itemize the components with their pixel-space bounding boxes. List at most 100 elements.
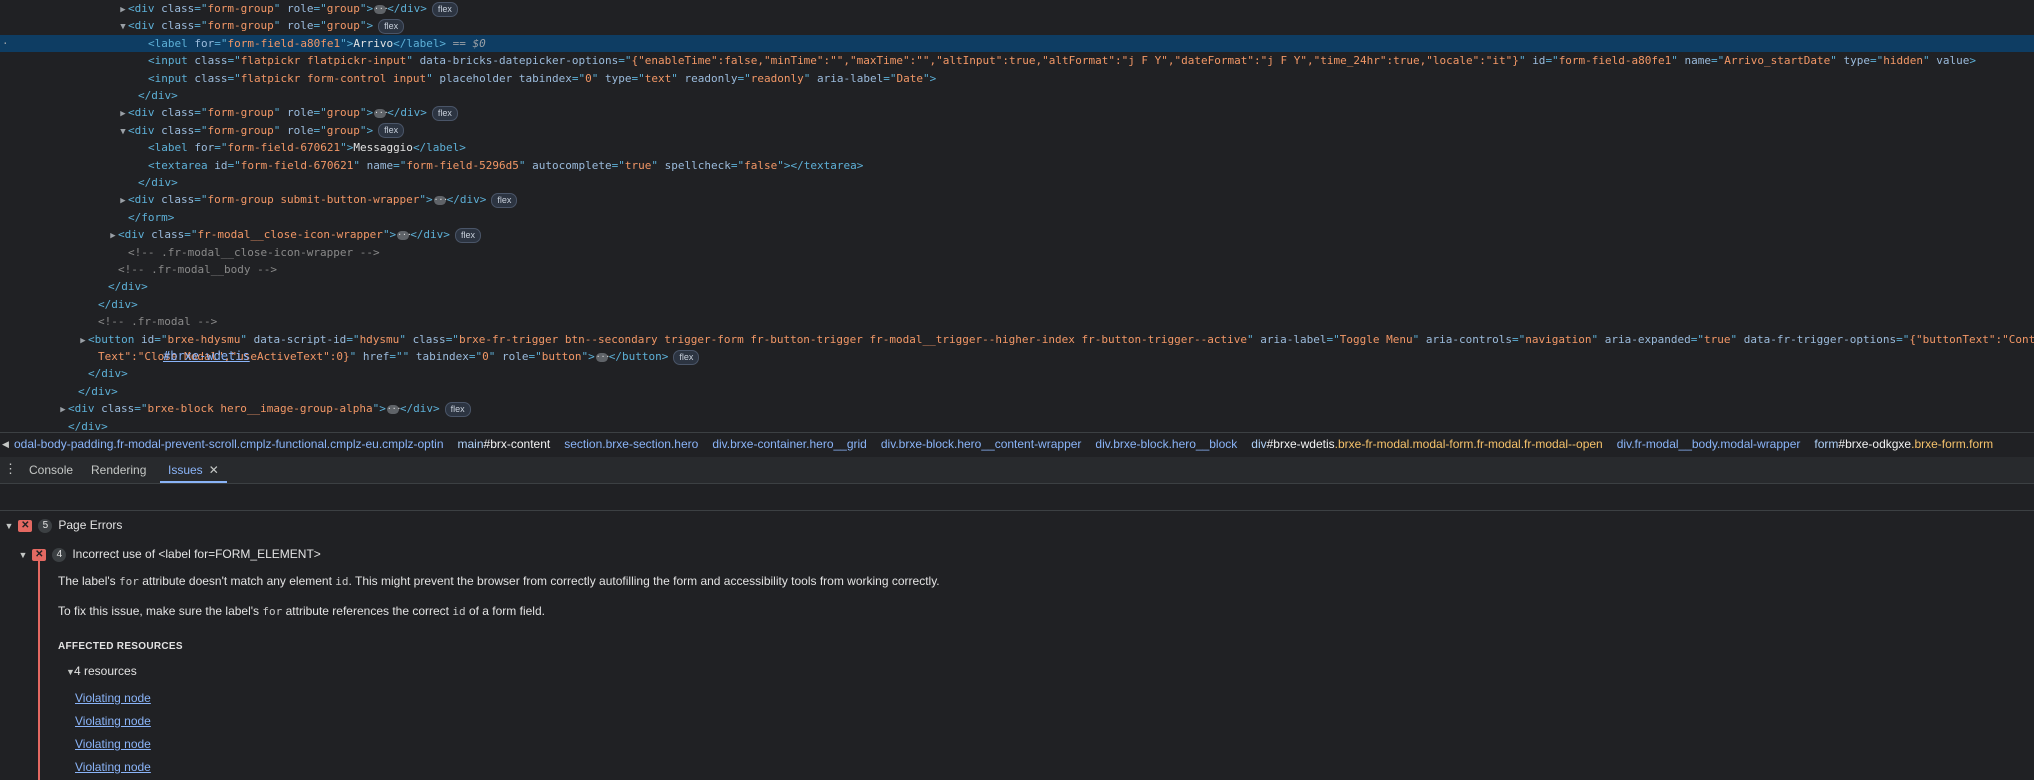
flex-badge[interactable]: flex	[431, 105, 458, 121]
dom-node[interactable]: </div>	[0, 365, 2034, 382]
attr-name: readonly	[684, 71, 738, 85]
dom-node-selected[interactable]: · <label for="form-field-a80fe1">Arrivo</…	[0, 34, 2034, 52]
dom-node[interactable]: ▶ <div class="fr-modal__close-icon-wrappe…	[0, 226, 2034, 243]
violating-node-link[interactable]: Violating node	[75, 714, 151, 728]
resources-toggle[interactable]: ▼4 resources	[66, 661, 137, 681]
breadcrumb-tag: div	[1616, 437, 1632, 451]
tag-text: ="	[618, 54, 632, 68]
dom-node[interactable]: </div>	[0, 278, 2034, 295]
violating-node-link[interactable]: Violating node	[75, 737, 151, 751]
attr-value: hidden	[1883, 54, 1923, 68]
dom-node[interactable]: </div>	[0, 87, 2034, 104]
dom-node[interactable]: ▼ <div class="form-group" role="group"> fl…	[0, 122, 2034, 139]
breadcrumb-item[interactable]: section.brxe-section.hero	[564, 437, 698, 451]
menu-dots-icon[interactable]: ⋮	[4, 461, 17, 477]
dom-node[interactable]: ▼ <div class="form-group" role="group"> fl…	[0, 17, 2034, 34]
dom-node[interactable]: <!-- .fr-modal__body -->	[0, 261, 2034, 278]
tag-text: ="	[227, 158, 241, 172]
dom-node[interactable]: ▶ <div class="form-group" role="group">··…	[0, 104, 2034, 121]
attr-name: class	[161, 19, 195, 33]
attr-value: flatpickr flatpickr-input	[240, 54, 407, 68]
tag-text: "	[273, 19, 287, 33]
triangle-down-icon[interactable]: ▼	[3, 516, 15, 536]
tag-text: </div>	[446, 193, 487, 207]
dom-node[interactable]: </div>	[0, 174, 2034, 191]
ellipsis-icon[interactable]: ···	[374, 108, 389, 118]
attr-value: brxe-block hero__image-group-alpha	[147, 402, 373, 416]
dom-node[interactable]: <!-- .fr-modal -->	[0, 313, 2034, 330]
breadcrumb-item[interactable]: div#brxe-wdetis.brxe-fr-modal.modal-form…	[1251, 437, 1602, 451]
dom-node[interactable]: Text":"Close Modal","useActiveText":0}" …	[0, 348, 2034, 365]
dom-node[interactable]: <label for="form-field-670621">Messaggio…	[0, 139, 2034, 156]
attr-name: class	[151, 228, 185, 242]
dom-node[interactable]: <textarea id="form-field-670621" name="f…	[0, 157, 2034, 174]
ellipsis-icon[interactable]: ···	[433, 195, 448, 205]
close-icon[interactable]: ✕	[209, 463, 219, 477]
flex-badge[interactable]: flex	[491, 192, 518, 208]
breadcrumb-cls: .brxe-section.hero	[602, 437, 699, 451]
dom-node[interactable]: ▶ <div class="form-group submit-button-wr…	[0, 191, 2034, 208]
tag-text: ="	[611, 158, 625, 172]
tag-text: ">	[922, 71, 937, 85]
attr-name: role	[286, 123, 314, 137]
dom-node[interactable]: <!-- .fr-modal__close-icon-wrapper -->	[0, 244, 2034, 261]
breadcrumb-id: #brxe-odkgxe	[1838, 437, 1912, 451]
tag-text: "	[240, 332, 254, 346]
issue-header[interactable]: ▼ ✕4Incorrect use of <label for=FORM_ELE…	[17, 544, 321, 564]
tag-text: ="	[1511, 332, 1526, 346]
dom-node[interactable]: ▶ <div class="form-group" role="group">··…	[0, 0, 2034, 17]
attr-value[interactable]: #brxe-wdetis	[163, 348, 250, 365]
dom-node[interactable]: <input class="flatpickr flatpickr-input"…	[0, 52, 2034, 69]
violating-node-link[interactable]: Violating node	[75, 691, 151, 705]
breadcrumb-items: odal-body-padding.fr-modal-prevent-scrol…	[14, 433, 2007, 456]
attr-name: class	[194, 54, 228, 68]
scroll-left-icon[interactable]: ◀	[2, 433, 9, 456]
dom-node[interactable]: ▶ <div class="brxe-block hero__image-grou…	[0, 400, 2034, 417]
tag-text: ="	[571, 71, 586, 85]
issue-count-badge: 5	[38, 518, 53, 533]
flex-badge[interactable]: flex	[444, 401, 471, 417]
tab-rendering[interactable]: Rendering	[91, 457, 146, 483]
flex-badge[interactable]: flex	[378, 18, 405, 34]
ellipsis-icon[interactable]: ···	[386, 404, 401, 414]
tag-text: ">	[340, 141, 354, 155]
issues-group-header[interactable]: ▼ ✕ 5 Page Errors	[3, 515, 122, 535]
dom-node-content: ▶ <div class="fr-modal__close-icon-wrappe…	[108, 226, 481, 245]
flex-badge[interactable]: flex	[454, 227, 481, 243]
attr-name: name	[366, 158, 394, 172]
breadcrumb-item[interactable]: div.fr-modal__body.modal-wrapper	[1617, 437, 1801, 451]
triangle-down-icon[interactable]: ▼	[17, 545, 29, 565]
desc-text: of a form field.	[465, 604, 545, 618]
breadcrumb-item[interactable]: div.brxe-container.hero__grid	[712, 437, 867, 451]
flex-badge[interactable]: flex	[431, 1, 458, 17]
dom-node-content: </div>	[58, 418, 108, 432]
triangle-down-icon[interactable]: ▼	[66, 662, 75, 682]
dom-node[interactable]: </form>	[0, 209, 2034, 226]
breadcrumb-item[interactable]: div.brxe-block.hero__content-wrapper	[881, 437, 1082, 451]
dom-node[interactable]: <input class="flatpickr form-control inp…	[0, 70, 2034, 87]
attr-value: group	[326, 2, 360, 15]
tab-console[interactable]: Console	[29, 457, 73, 483]
dom-node[interactable]: ▶ <button id="brxe-hdysmu" data-script-id…	[0, 331, 2034, 348]
dom-node[interactable]: </div>	[0, 296, 2034, 313]
breadcrumb-item[interactable]: div.brxe-block.hero__block	[1095, 437, 1237, 451]
ellipsis-icon[interactable]: ···	[397, 230, 412, 240]
tab-issues-label: Issues	[168, 463, 203, 477]
tag-text: ="	[184, 228, 198, 242]
attr-value: form-group	[207, 123, 274, 137]
tab-issues[interactable]: Issues ✕	[160, 457, 227, 483]
tag-text: "	[1923, 54, 1937, 68]
tag-text: ="	[883, 71, 897, 85]
dom-node[interactable]: </div>	[0, 383, 2034, 400]
flex-badge[interactable]: flex	[378, 123, 405, 139]
breadcrumb-item[interactable]: main#brx-content	[458, 437, 551, 451]
breadcrumb-item[interactable]: odal-body-padding.fr-modal-prevent-scrol…	[14, 437, 444, 451]
attr-name: role	[286, 106, 314, 120]
ellipsis-icon[interactable]: ···	[595, 352, 610, 362]
tag-text: "	[273, 123, 287, 137]
dom-node[interactable]: </div>	[0, 418, 2034, 432]
violating-node-link[interactable]: Violating node	[75, 760, 151, 774]
flex-badge[interactable]: flex	[673, 349, 700, 365]
ellipsis-icon[interactable]: ···	[374, 4, 389, 14]
breadcrumb-item[interactable]: form#brxe-odkgxe.brxe-form.form	[1814, 437, 1993, 451]
